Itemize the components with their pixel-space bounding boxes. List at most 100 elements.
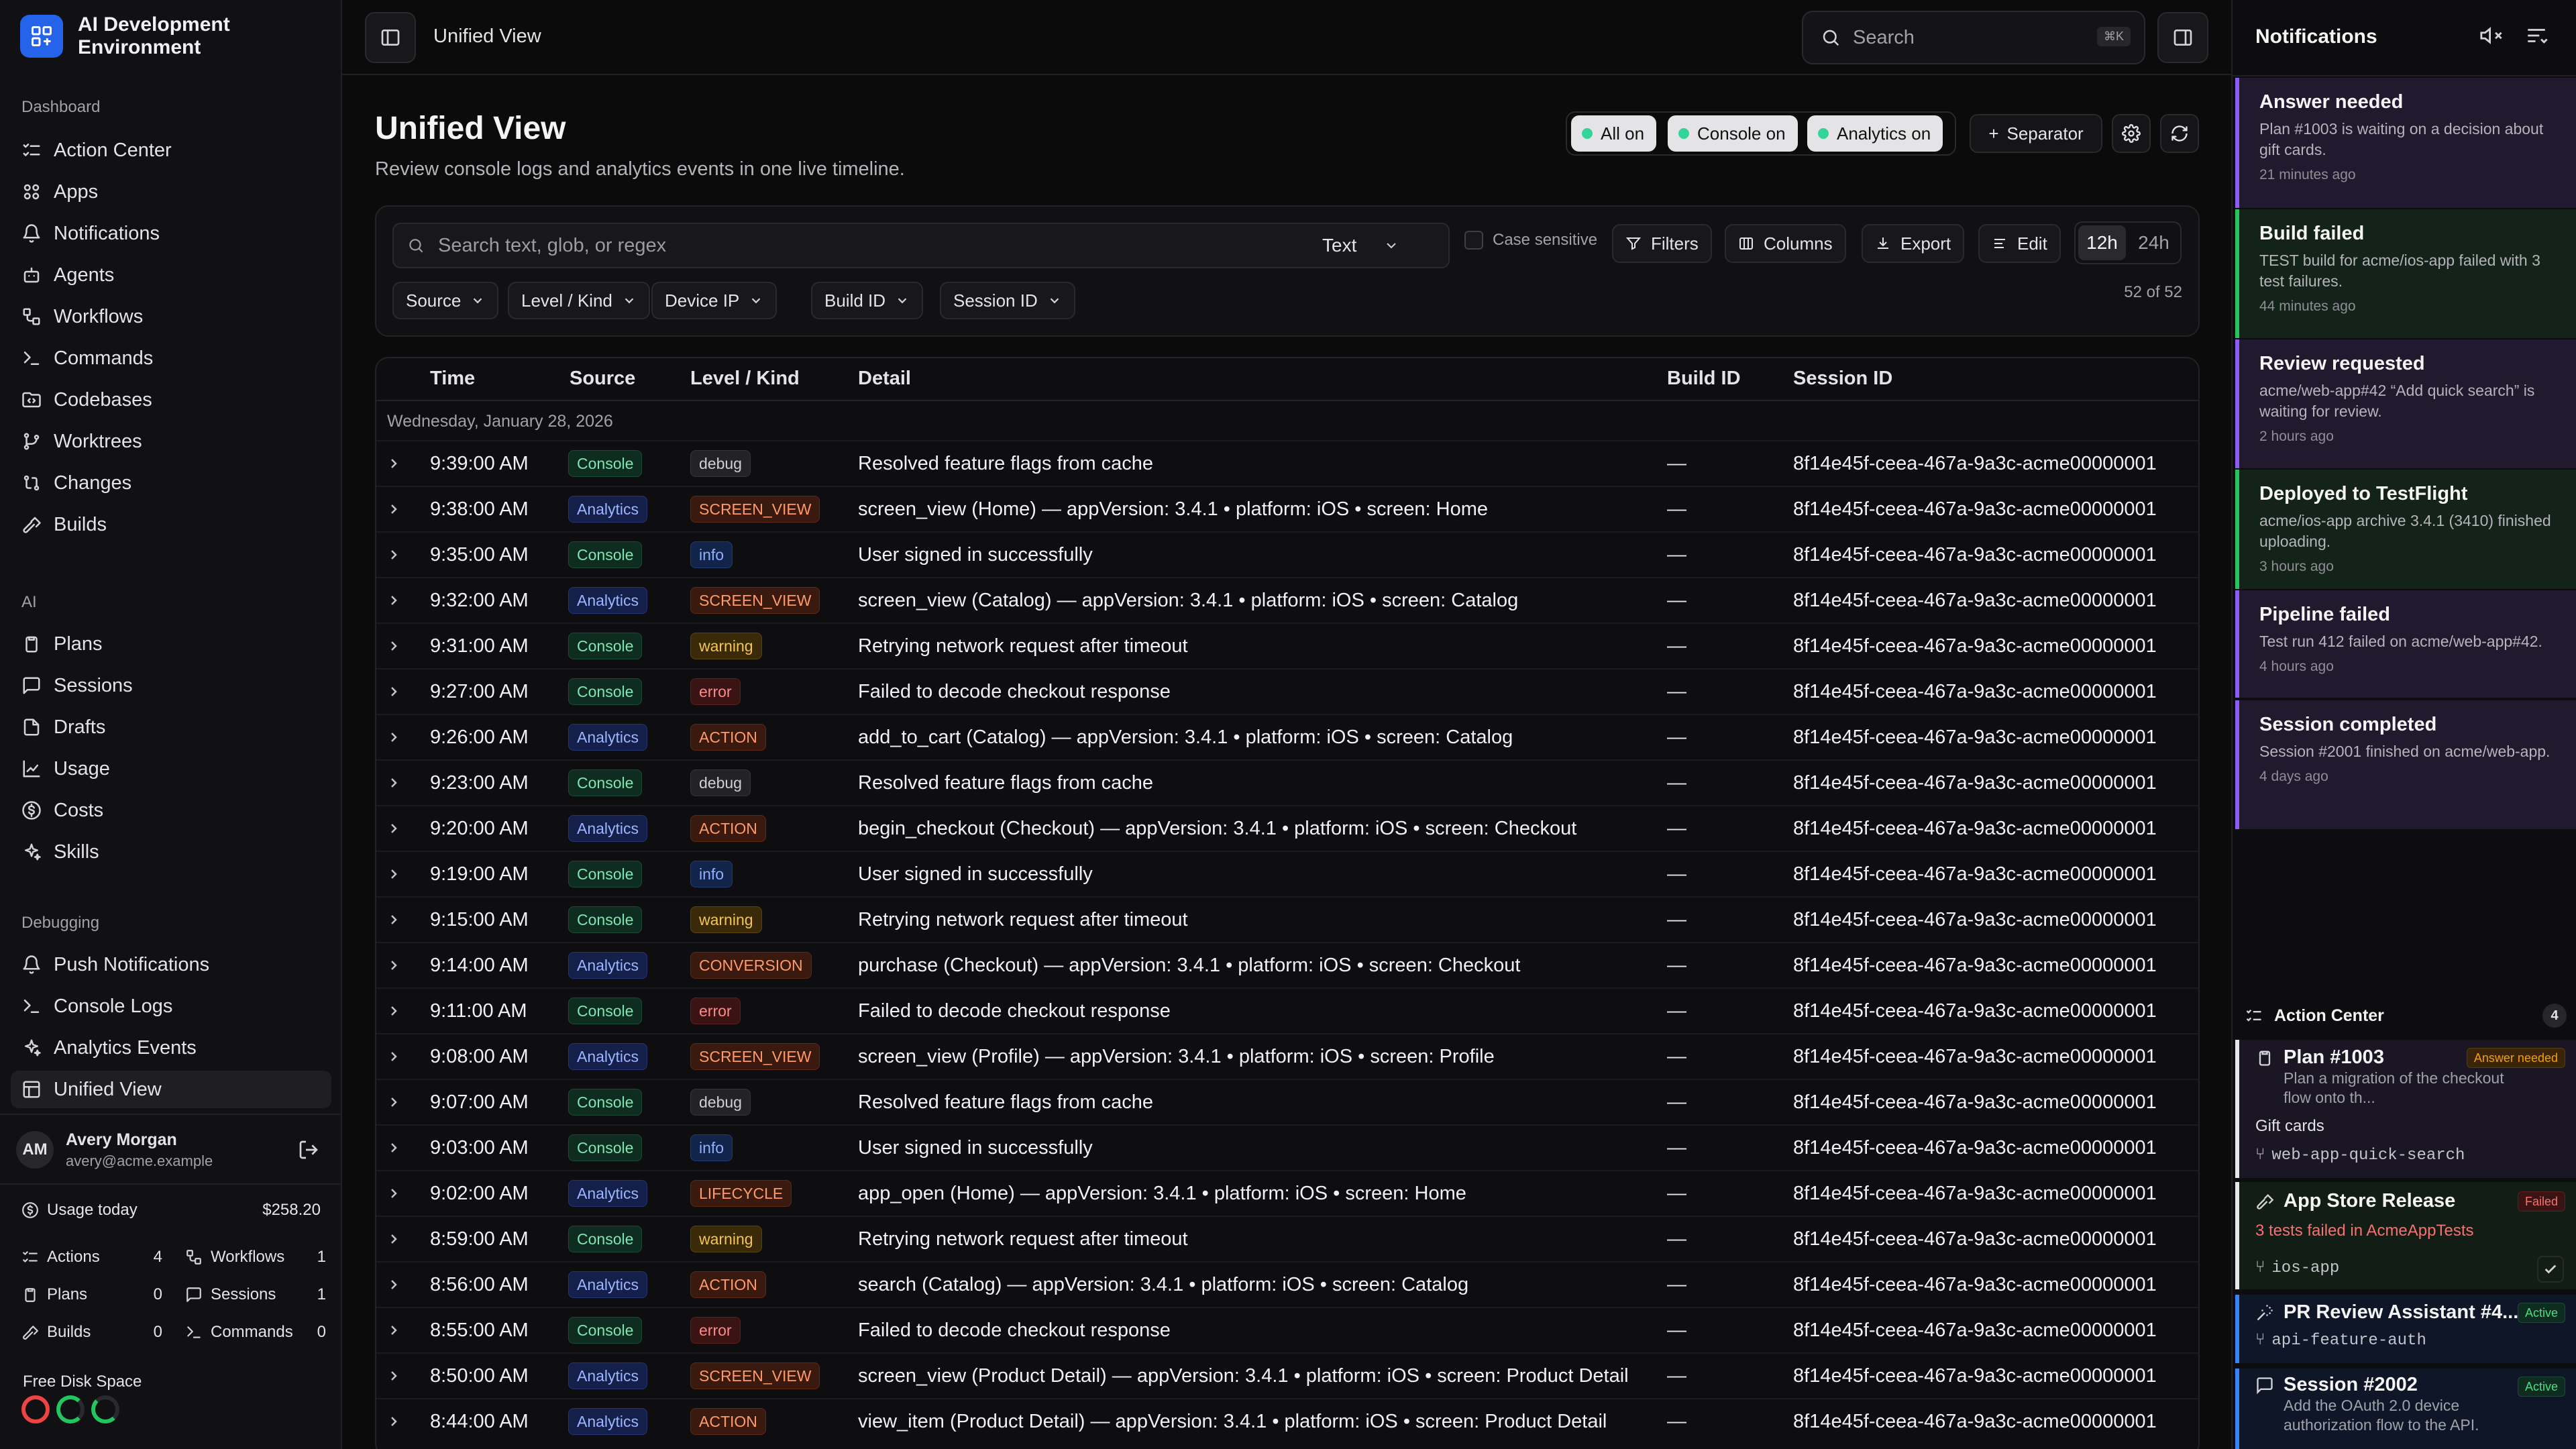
list-filter-icon[interactable] <box>2525 24 2548 47</box>
col-header-time[interactable]: Time <box>430 368 475 390</box>
table-row[interactable]: 9:32:00 AM Analytics SCREEN_VIEW screen_vie… <box>376 577 2198 623</box>
chevron-right-icon[interactable] <box>386 1354 406 1398</box>
table-row[interactable]: 9:08:00 AM Analytics SCREEN_VIEW screen_vie… <box>376 1033 2198 1079</box>
table-row[interactable]: 9:11:00 AM Console error Failed to decode c… <box>376 987 2198 1033</box>
chevron-right-icon[interactable] <box>386 669 406 714</box>
check-icon[interactable] <box>2537 1256 2564 1283</box>
action-center-header[interactable]: Action Center 4 <box>2245 1001 2567 1030</box>
table-row[interactable]: 9:19:00 AM Console info User signed in succ… <box>376 851 2198 896</box>
table-row[interactable]: 9:27:00 AM Console error Failed to decode c… <box>376 668 2198 714</box>
filter-chip-level-kind[interactable]: Level / Kind <box>508 282 650 319</box>
action-card-release[interactable]: App Store Release Failed 3 tests failed … <box>2235 1182 2576 1289</box>
table-row[interactable]: 9:20:00 AM Analytics ACTION begin_checkout … <box>376 805 2198 851</box>
refresh-button[interactable] <box>2160 114 2199 153</box>
chevron-right-icon[interactable] <box>386 533 406 577</box>
search-input[interactable]: Search ⌘K <box>1802 11 2145 64</box>
export-button[interactable]: Export <box>1862 224 1965 263</box>
chevron-right-icon[interactable] <box>386 806 406 851</box>
filter-chip-session-id[interactable]: Session ID <box>940 282 1075 319</box>
action-card-session[interactable]: Session #2002 Active Add the OAuth 2.0 d… <box>2235 1368 2576 1449</box>
table-row[interactable]: 8:55:00 AM Console error Failed to decode c… <box>376 1307 2198 1352</box>
user-profile[interactable]: AM Avery Morgan avery@acme.example <box>9 1120 334 1179</box>
filter-chip-device-ip[interactable]: Device IP <box>651 282 777 319</box>
action-card-pr-review[interactable]: PR Review Assistant #4... Active ⑂ api-fe… <box>2235 1295 2576 1363</box>
chevron-right-icon[interactable] <box>386 1034 406 1079</box>
notification-item[interactable]: Deployed to TestFlight acme/ios-app archi… <box>2235 470 2576 589</box>
table-row[interactable]: 8:56:00 AM Analytics ACTION search (Catalog… <box>376 1261 2198 1307</box>
columns-button[interactable]: Columns <box>1725 224 1846 263</box>
sidebar-item-notifications[interactable]: Notifications <box>11 215 331 252</box>
sidebar-item-skills[interactable]: Skills <box>11 833 331 871</box>
sidebar-item-plans[interactable]: Plans <box>11 625 331 663</box>
sidebar-item-commands[interactable]: Commands <box>11 339 331 377</box>
brand[interactable]: AI Development Environment <box>20 13 279 59</box>
table-row[interactable]: 9:39:00 AM Console debug Resolved feature f… <box>376 440 2198 486</box>
add-separator-button[interactable]: + Separator <box>1970 114 2102 153</box>
table-row[interactable]: 9:14:00 AM Analytics CONVERSION purchase (C… <box>376 942 2198 987</box>
filter-search-input[interactable]: Search text, glob, or regex Text <box>392 223 1450 268</box>
sidebar-item-unified-view[interactable]: Unified View <box>11 1071 331 1108</box>
toggle-sidebar-button[interactable] <box>365 12 416 63</box>
mute-icon[interactable] <box>2479 24 2502 47</box>
chevron-right-icon[interactable] <box>386 578 406 623</box>
col-header-level[interactable]: Level / Kind <box>690 368 800 390</box>
filters-button[interactable]: Filters <box>1612 224 1712 263</box>
table-row[interactable]: 9:07:00 AM Console debug Resolved feature f… <box>376 1079 2198 1124</box>
sidebar-item-console-logs[interactable]: Console Logs <box>11 987 331 1025</box>
chevron-right-icon[interactable] <box>386 1217 406 1261</box>
table-row[interactable]: 9:26:00 AM Analytics ACTION add_to_cart (Ca… <box>376 714 2198 759</box>
notification-item[interactable]: Answer needed Plan #1003 is waiting on a … <box>2235 78 2576 208</box>
case-sensitive-checkbox[interactable]: Case sensitive <box>1464 231 1597 250</box>
toggle-console[interactable]: Console on <box>1668 115 1798 152</box>
match-mode-select[interactable]: Text <box>1322 224 1399 267</box>
notification-item[interactable]: Build failed TEST build for acme/ios-app … <box>2235 209 2576 338</box>
chevron-right-icon[interactable] <box>386 1171 406 1216</box>
table-row[interactable]: 9:38:00 AM Analytics SCREEN_VIEW screen_vie… <box>376 486 2198 531</box>
notification-item[interactable]: Review requested acme/web-app#42 “Add qui… <box>2235 339 2576 468</box>
range-12h[interactable]: 12h <box>2078 225 2126 260</box>
table-row[interactable]: 9:03:00 AM Console info User signed in succ… <box>376 1124 2198 1170</box>
edit-button[interactable]: Edit <box>1978 224 2061 263</box>
notification-item[interactable]: Session completed Session #2001 finished … <box>2235 700 2576 829</box>
notification-item[interactable]: Pipeline failed Test run 412 failed on ac… <box>2235 590 2576 698</box>
table-row[interactable]: 9:31:00 AM Console warning Retrying network… <box>376 623 2198 668</box>
table-row[interactable]: 9:23:00 AM Console debug Resolved feature f… <box>376 759 2198 805</box>
chevron-right-icon[interactable] <box>386 1126 406 1170</box>
chevron-right-icon[interactable] <box>386 989 406 1033</box>
col-header-detail[interactable]: Detail <box>858 368 911 390</box>
sidebar-item-codebases[interactable]: Codebases <box>11 381 331 419</box>
chevron-right-icon[interactable] <box>386 761 406 805</box>
chevron-right-icon[interactable] <box>386 852 406 896</box>
sidebar-item-apps[interactable]: Apps <box>11 173 331 211</box>
toggle-analytics[interactable]: Analytics on <box>1807 115 1943 152</box>
sidebar-item-worktrees[interactable]: Worktrees <box>11 423 331 460</box>
sidebar-item-costs[interactable]: Costs <box>11 792 331 829</box>
table-row[interactable]: 8:44:00 AM Analytics ACTION view_item (Prod… <box>376 1398 2198 1444</box>
col-header-build[interactable]: Build ID <box>1667 368 1741 390</box>
chevron-right-icon[interactable] <box>386 898 406 942</box>
settings-button[interactable] <box>2112 114 2151 153</box>
action-card-plan[interactable]: Plan #1003 Answer needed Plan a migratio… <box>2235 1040 2576 1178</box>
chevron-right-icon[interactable] <box>386 1263 406 1307</box>
chevron-right-icon[interactable] <box>386 715 406 759</box>
sidebar-item-usage[interactable]: Usage <box>11 750 331 788</box>
toggle-panel-button[interactable] <box>2157 12 2208 63</box>
chevron-right-icon[interactable] <box>386 487 406 531</box>
sidebar-item-agents[interactable]: Agents <box>11 256 331 294</box>
chevron-right-icon[interactable] <box>386 441 406 486</box>
checkbox-box[interactable] <box>1464 231 1483 250</box>
table-row[interactable]: 8:59:00 AM Console warning Retrying network… <box>376 1216 2198 1261</box>
chevron-right-icon[interactable] <box>386 943 406 987</box>
sidebar-item-action-center[interactable]: Action Center <box>11 131 331 169</box>
range-24h[interactable]: 24h <box>2130 225 2178 260</box>
chevron-right-icon[interactable] <box>386 624 406 668</box>
table-row[interactable]: 9:02:00 AM Analytics LIFECYCLE app_open (Ho… <box>376 1170 2198 1216</box>
toggle-all[interactable]: All on <box>1571 115 1657 152</box>
chevron-right-icon[interactable] <box>386 1399 406 1444</box>
table-row[interactable]: 8:50:00 AM Analytics SCREEN_VIEW screen_vie… <box>376 1352 2198 1398</box>
sidebar-item-changes[interactable]: Changes <box>11 464 331 502</box>
sidebar-item-analytics-events[interactable]: Analytics Events <box>11 1029 331 1067</box>
sidebar-item-sessions[interactable]: Sessions <box>11 667 331 704</box>
sidebar-item-workflows[interactable]: Workflows <box>11 298 331 335</box>
table-row[interactable]: 9:15:00 AM Console warning Retrying network… <box>376 896 2198 942</box>
